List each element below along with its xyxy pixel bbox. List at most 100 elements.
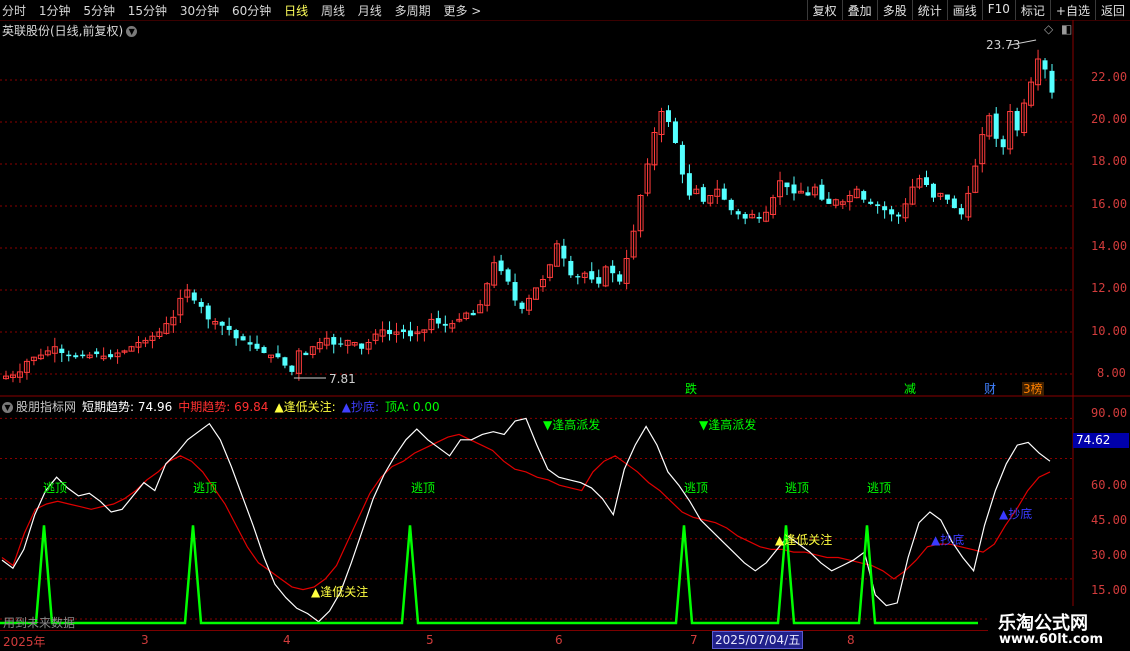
escape-top-signal: 逃顶 — [866, 481, 892, 495]
date-tick: 5 — [426, 633, 434, 647]
price-tick: 14.00 — [1091, 239, 1127, 253]
indicator-tick: 15.00 — [1091, 583, 1127, 597]
high-sell-signal: ▼逢高派发 — [542, 418, 601, 432]
candle-body-down — [359, 344, 364, 349]
price-tick: 16.00 — [1091, 197, 1127, 211]
escape-top-signal: 逃顶 — [683, 481, 709, 495]
candle-body-down — [596, 277, 601, 284]
kline-chart[interactable] — [0, 0, 1130, 650]
indicator-tick: 90.00 — [1091, 406, 1127, 420]
date-axis: 2025年 3 4 5 6 7 8 — [0, 630, 1130, 651]
candle-body-down — [520, 303, 525, 309]
candle-body-down — [791, 185, 796, 194]
buy-low-signal: ▲逢低关注 — [774, 533, 833, 547]
price-tick: 8.00 — [1097, 366, 1126, 380]
stock-title-row: 英联股份(日线,前复权)▼ — [2, 22, 137, 39]
indicator-name: 股朋指标网 — [16, 400, 76, 414]
candle-body-down — [882, 206, 887, 210]
price-axis: 22.00 20.00 18.00 16.00 14.00 12.00 10.0… — [1073, 20, 1130, 630]
stock-title: 英联股份(日线,前复权) — [2, 24, 123, 38]
date-tick: 8 — [847, 633, 855, 647]
indicator-tick: 30.00 — [1091, 548, 1127, 562]
candle-body-down — [680, 145, 685, 175]
candle-body-down — [931, 184, 936, 198]
buy-low-signal: ▲逢低关注 — [310, 585, 369, 599]
price-tick: 12.00 — [1091, 281, 1127, 295]
indicator-tick: 60.00 — [1091, 478, 1127, 492]
event-tag[interactable]: 财 — [983, 382, 997, 396]
chevron-down-icon[interactable]: ▼ — [2, 402, 13, 413]
escape-top-signal: 逃顶 — [410, 481, 436, 495]
price-tick: 20.00 — [1091, 112, 1127, 126]
chevron-down-icon[interactable]: ▼ — [126, 26, 137, 37]
candle-body-down — [513, 282, 518, 300]
event-tag[interactable]: 跌 — [684, 382, 698, 396]
candle-body-down — [722, 189, 727, 200]
candle-body-down — [568, 261, 573, 275]
candle-body-down — [338, 343, 343, 344]
candle-body-down — [757, 217, 762, 219]
candle-body-down — [255, 344, 260, 349]
candle-body-down — [945, 195, 950, 200]
candle-body-down — [875, 204, 880, 206]
candle-body-down — [729, 200, 734, 210]
mid-trend-line — [2, 434, 1050, 589]
price-tick: 22.00 — [1091, 70, 1127, 84]
candle-body-down — [1001, 139, 1006, 147]
buy-low-label: ▲逢低关注: — [274, 400, 335, 414]
diamond-icon[interactable]: ◇ — [1043, 22, 1054, 36]
candle-body-down — [248, 342, 253, 344]
candle-body-down — [282, 357, 287, 365]
candle-body-down — [785, 183, 790, 188]
candle-body-down — [1043, 60, 1048, 69]
candle-body-down — [108, 354, 113, 357]
price-tick: 10.00 — [1091, 324, 1127, 338]
candle-body-down — [994, 114, 999, 139]
candle-body-down — [408, 330, 413, 336]
candle-body-down — [589, 271, 594, 279]
candle-body-down — [66, 355, 71, 357]
candle-body-down — [701, 187, 706, 202]
escape-top-signal: 逃顶 — [192, 481, 218, 495]
candle-body-down — [736, 211, 741, 214]
candle-body-down — [471, 313, 476, 315]
price-tick: 18.00 — [1091, 154, 1127, 168]
candle-body-down — [819, 185, 824, 200]
candle-body-down — [805, 192, 810, 195]
bottom-buy-signal: ▲抄底 — [930, 533, 965, 547]
candle-body-down — [1050, 71, 1055, 93]
event-tag[interactable]: 3榜 — [1022, 382, 1044, 396]
candle-body-down — [617, 274, 622, 281]
watermark-url: www.60lt.com — [999, 632, 1103, 647]
high-sell-signal: ▼逢高派发 — [698, 418, 757, 432]
escape-top-signal: 逃顶 — [784, 481, 810, 495]
candle-body-down — [289, 366, 294, 372]
future-data-note: 用到未来数据 — [3, 614, 75, 631]
bottom-buy-signal: ▲抄底 — [998, 507, 1033, 521]
indicator-tick: 45.00 — [1091, 513, 1127, 527]
date-tick: 4 — [283, 633, 291, 647]
candle-body-down — [743, 214, 748, 219]
high-price-label: 23.73 — [985, 38, 1021, 52]
candle-body-down — [234, 330, 239, 338]
mid-trend-label: 中期趋势: 69.84 — [178, 400, 268, 414]
candle-body-down — [499, 261, 504, 272]
panel-toggle-icon[interactable]: ◧ — [1060, 22, 1073, 36]
event-tag[interactable]: 减 — [903, 382, 917, 396]
candle-body-down — [861, 191, 866, 200]
candle-body-down — [73, 355, 78, 357]
short-trend-line — [2, 418, 1050, 621]
candle-body-down — [94, 352, 99, 355]
short-trend-label: 短期趋势: 74.96 — [82, 400, 172, 414]
candle-body-down — [666, 110, 671, 122]
candle-body-down — [868, 202, 873, 204]
candle-body-down — [192, 292, 197, 300]
selected-date[interactable]: 2025/07/04/五 — [712, 631, 803, 649]
candle-body-down — [506, 269, 511, 281]
candle-body-down — [387, 330, 392, 334]
candle-body-down — [227, 326, 232, 330]
top-a-label: 顶A: 0.00 — [385, 400, 440, 414]
candle-body-down — [220, 322, 225, 326]
candle-body-down — [687, 173, 692, 195]
candle-body-down — [206, 306, 211, 320]
